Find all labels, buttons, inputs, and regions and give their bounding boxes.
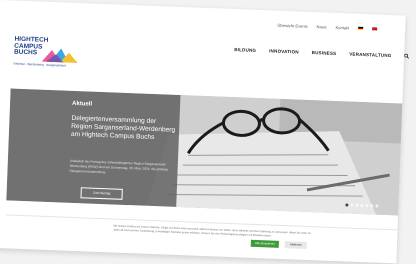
hero-text-panel: Aktuell Delegiertenversammlung der Regio… [6, 88, 181, 207]
flag-de-icon[interactable] [358, 26, 364, 30]
hero-text: Anlässlich der Freitag des Jahresdelegie… [69, 158, 169, 174]
slider-dot[interactable] [365, 204, 369, 208]
main-nav: BILDUNG INNOVATION BUSINESS VERANSTALTUN… [234, 47, 410, 59]
hero-label: Aktuell [71, 100, 93, 108]
search-icon[interactable] [404, 53, 410, 59]
accept-cookies-button[interactable]: Alle akzeptieren [250, 239, 279, 248]
nav-item-innovation[interactable]: INNOVATION [269, 48, 299, 54]
logo[interactable]: HIGHTECH CAMPUS BUCHS Rheintal · Werdenb… [13, 36, 84, 72]
nav-item-veranstaltung[interactable]: VERANSTALTUNG [349, 51, 391, 58]
browser-page: Übersicht Events News Kontakt HIGHTECH C… [0, 0, 410, 264]
decline-cookies-button[interactable]: Ablehnen [284, 241, 307, 249]
slider-dot[interactable] [345, 203, 349, 207]
slider-dot[interactable] [370, 204, 374, 208]
flag-en-icon[interactable] [372, 27, 378, 31]
logo-tagline: Rheintal · Werdenberg · Sarganserland [13, 61, 66, 68]
read-more-button[interactable]: Zum Beitrag [80, 187, 123, 200]
cookie-banner: Wir nutzen Cookies auf unserer Website. … [4, 214, 398, 261]
slider-dot[interactable] [355, 203, 359, 207]
slider-dot[interactable] [360, 203, 364, 208]
nav-item-bildung[interactable]: BILDUNG [234, 47, 256, 53]
cookie-text: Wir nutzen Cookies auf unserer Website. … [113, 224, 311, 238]
top-link-events[interactable]: Übersicht Events [277, 23, 307, 29]
logo-triangles-icon [41, 48, 78, 64]
top-link-contact[interactable]: Kontakt [336, 25, 350, 31]
slider-dot[interactable] [375, 204, 379, 208]
top-links: Übersicht Events News Kontakt [277, 23, 378, 32]
hero-slider: Aktuell Delegiertenversammlung der Regio… [6, 88, 403, 216]
top-link-news[interactable]: News [317, 24, 327, 29]
hero-title: Delegiertenversammlung der Region Sargan… [70, 114, 176, 142]
slider-dot[interactable] [350, 203, 354, 207]
nav-item-business[interactable]: BUSINESS [312, 50, 337, 56]
